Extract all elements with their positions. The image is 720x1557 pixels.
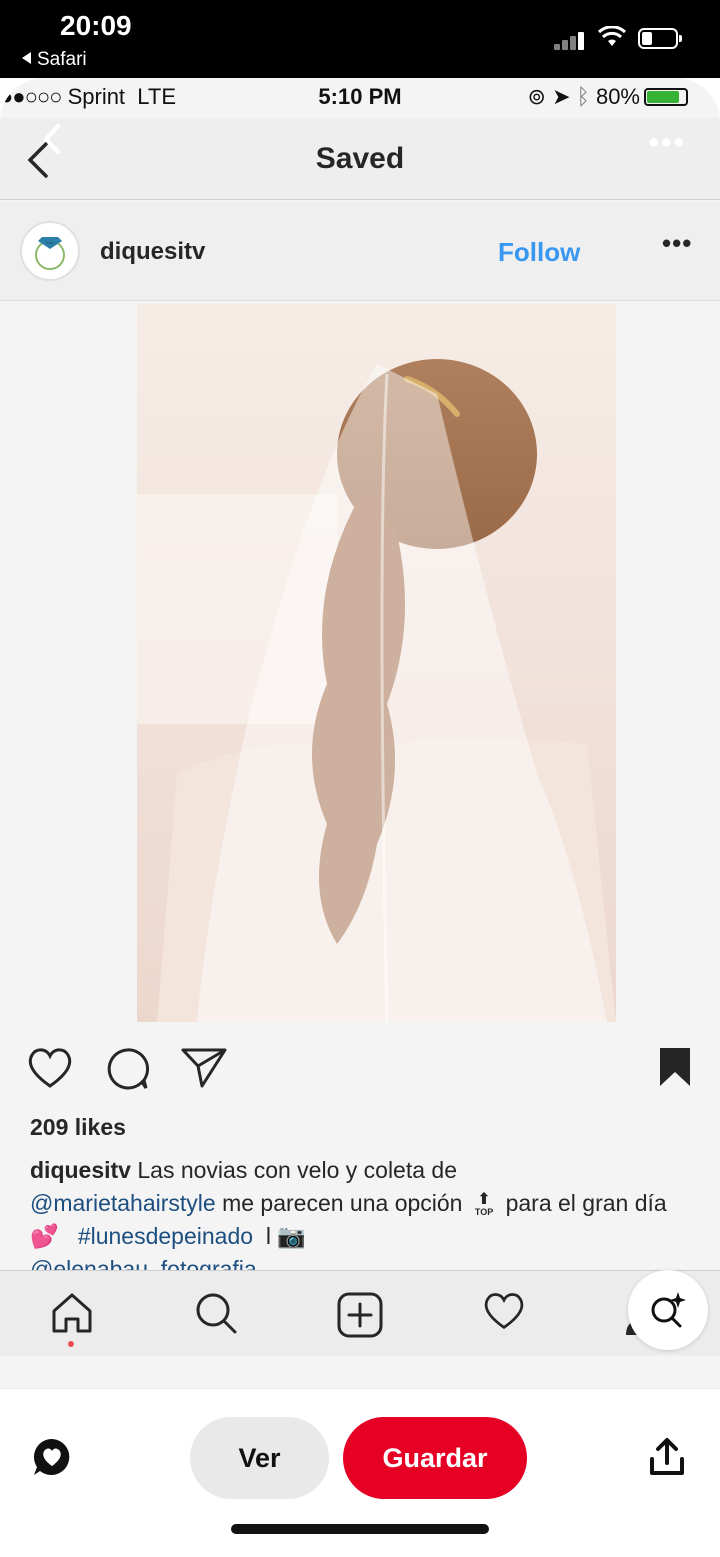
home-icon[interactable] — [50, 1291, 94, 1335]
visual-search-icon — [651, 1292, 686, 1328]
saved-bookmark-icon[interactable] — [658, 1046, 692, 1088]
post-photo[interactable] — [137, 304, 616, 1022]
caption-hashtag[interactable]: #lunesdepeinado — [78, 1223, 253, 1249]
caption-credit[interactable]: @elenabau_fotografia — [30, 1256, 257, 1270]
avatar[interactable] — [20, 221, 80, 281]
bride-veil-image — [137, 304, 616, 1022]
activity-heart-icon[interactable] — [482, 1291, 526, 1331]
overlay-more-icon[interactable]: ••• — [648, 126, 686, 160]
back-triangle-icon — [22, 52, 31, 64]
top-emoji-icon: ⬆ TOP — [474, 1190, 494, 1217]
caption-username[interactable]: diquesitv — [30, 1157, 131, 1183]
saved-header: Saved ••• — [0, 118, 720, 200]
battery-percent: 80% — [595, 84, 640, 109]
pinterest-action-bar: Ver Guardar — [0, 1388, 720, 1557]
home-indicator[interactable] — [231, 1524, 489, 1534]
bluetooth-icon: ᛒ — [576, 84, 590, 109]
hearts-emoji-icon: 💕 — [30, 1223, 59, 1249]
ver-button[interactable]: Ver — [190, 1417, 329, 1499]
visual-search-button[interactable] — [628, 1270, 708, 1350]
guardar-button[interactable]: Guardar — [343, 1417, 527, 1499]
post-username[interactable]: diquesitv — [100, 238, 205, 266]
outer-clock: 20:09 — [60, 10, 132, 41]
battery-icon — [638, 28, 682, 49]
page-title: Saved — [315, 142, 405, 175]
camera-emoji-icon: 📷 — [277, 1223, 306, 1249]
post-actions — [0, 1038, 720, 1108]
caption-text-1: Las novias con velo y coleta de — [137, 1157, 458, 1183]
home-active-dot — [68, 1341, 74, 1347]
likes-count: 209 likes — [30, 1114, 126, 1140]
caption-separator: l — [265, 1223, 271, 1249]
caption-mention[interactable]: @marietahairstyle — [30, 1190, 216, 1216]
like-heart-icon[interactable] — [26, 1046, 74, 1090]
reaction-heart-bubble-icon[interactable] — [32, 1437, 72, 1477]
inner-status-bar: ●●○○○ Sprint LTE 5:10 PM ⊚ ➤ ᛒ 80% — [0, 78, 720, 118]
rotation-lock-icon: ⊚ — [527, 84, 546, 109]
post-caption: diquesitv Las novias con velo y coleta d… — [30, 1154, 670, 1270]
location-arrow-icon: ➤ — [552, 84, 571, 109]
add-post-icon[interactable] — [336, 1291, 384, 1339]
inner-battery-icon — [644, 88, 688, 106]
outer-status-bar: 20:09 Safari — [0, 0, 720, 78]
instagram-tab-bar — [0, 1270, 720, 1356]
back-to-safari-label: Safari — [37, 49, 87, 70]
ring-logo-icon — [35, 237, 65, 270]
caption-text-2: me parecen una opción — [222, 1190, 463, 1216]
cellular-signal-icon — [554, 30, 588, 50]
search-icon[interactable] — [194, 1291, 238, 1335]
caption-text-3: para el gran día — [505, 1190, 667, 1216]
post-options-icon[interactable]: ••• — [662, 228, 692, 259]
comment-bubble-icon[interactable] — [104, 1046, 150, 1092]
back-to-safari-link[interactable]: Safari — [22, 49, 87, 71]
follow-button[interactable]: Follow — [498, 237, 580, 268]
share-paper-plane-icon[interactable] — [180, 1046, 228, 1090]
instagram-screenshot: ●●○○○ Sprint LTE 5:10 PM ⊚ ➤ ᛒ 80% Saved… — [0, 78, 720, 1388]
wifi-icon — [598, 26, 626, 46]
share-upload-icon[interactable] — [648, 1437, 686, 1477]
post-header: diquesitv Follow ••• — [0, 201, 720, 301]
